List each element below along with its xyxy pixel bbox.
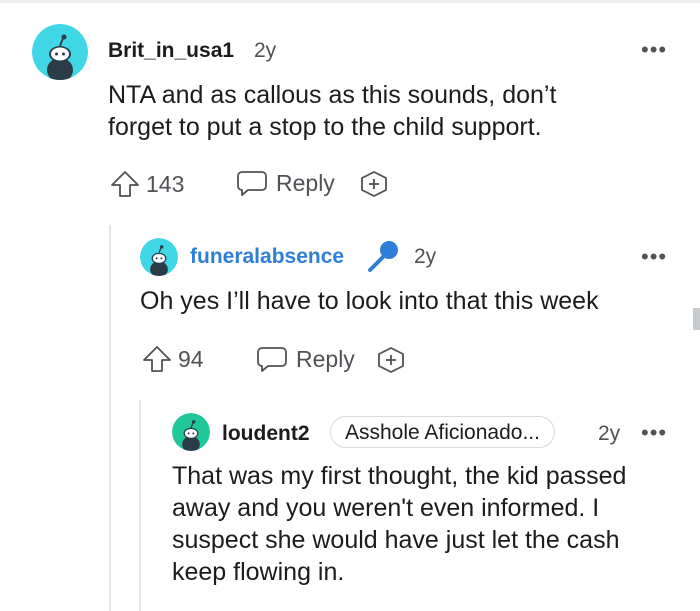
comment-line: away and you weren't even informed. I (172, 494, 600, 522)
add-award-icon (378, 347, 404, 373)
more-options-icon[interactable]: ••• (641, 39, 667, 61)
more-options-icon[interactable]: ••• (641, 422, 667, 444)
upvote-button[interactable]: 94 (142, 345, 204, 373)
reply-button[interactable]: Reply (236, 169, 335, 197)
snoo-avatar-icon (32, 24, 88, 80)
upvote-arrow-icon (111, 171, 139, 197)
add-award-button[interactable] (359, 170, 389, 198)
comment-timestamp: 2y (414, 245, 437, 268)
snoo-avatar-icon (172, 413, 210, 451)
more-options-icon[interactable]: ••• (641, 246, 667, 268)
avatar[interactable] (140, 238, 178, 276)
add-award-button[interactable] (376, 346, 406, 374)
comment-line: keep flowing in. (172, 558, 345, 586)
add-award-icon (361, 171, 387, 197)
comment-timestamp: 2y (254, 39, 277, 62)
comment-line: forget to put a stop to the child suppor… (108, 113, 542, 141)
comment-line: suspect she would have just let the cash (172, 526, 620, 554)
comment-body: That was my first thought, the kid passe… (172, 460, 626, 588)
comment-username[interactable]: Brit_in_usa1 (108, 39, 234, 63)
comment-line: That was my first thought, the kid passe… (172, 462, 627, 490)
comment-line: NTA and as callous as this sounds, don’t (108, 81, 557, 109)
speech-bubble-icon (257, 347, 287, 372)
speech-bubble-icon (237, 171, 267, 196)
comment-body: Oh yes I’ll have to look into that this … (140, 285, 599, 317)
comment-body: NTA and as callous as this sounds, don’t… (108, 79, 556, 143)
user-flair: Asshole Aficionado... (330, 416, 555, 448)
top-divider (0, 0, 700, 3)
comment-username-op[interactable]: funeralabsence (190, 245, 344, 269)
thread-line-level-1 (109, 225, 111, 611)
comment-username[interactable]: loudent2 (222, 422, 310, 446)
reply-button[interactable]: Reply (256, 345, 355, 373)
avatar[interactable] (32, 24, 88, 80)
comment-timestamp: 2y (598, 422, 621, 445)
thread-line-level-2 (139, 400, 141, 611)
upvote-count: 94 (178, 345, 204, 372)
upvote-count: 143 (146, 170, 185, 197)
reply-label: Reply (296, 345, 355, 372)
avatar[interactable] (172, 413, 210, 451)
upvote-button[interactable]: 143 (110, 170, 184, 198)
scrollbar-thumb[interactable] (693, 308, 700, 330)
reply-label: Reply (276, 169, 335, 196)
upvote-arrow-icon (143, 346, 171, 372)
microphone-icon (366, 238, 402, 279)
snoo-avatar-icon (140, 238, 178, 276)
comment-line: Oh yes I’ll have to look into that this … (140, 287, 599, 315)
